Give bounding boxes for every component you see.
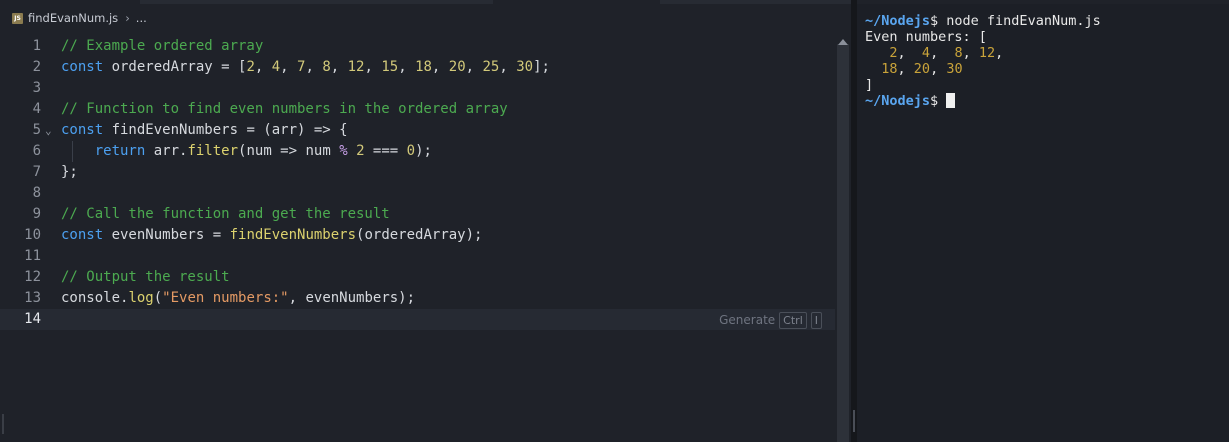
code-text[interactable]: const orderedArray = [2, 4, 7, 8, 12, 15…	[61, 57, 550, 78]
code-line[interactable]: 4 // Function to find even numbers in the…	[0, 99, 835, 120]
fold-chevron-icon[interactable]: ⌄	[45, 120, 52, 141]
code-line[interactable]: 1 // Example ordered array	[0, 36, 835, 57]
editor-scrollbar[interactable]	[837, 39, 849, 442]
line-number: 14	[24, 311, 41, 327]
splitter-grip[interactable]	[853, 410, 855, 432]
terminal-line: ~/Nodejs$	[865, 93, 956, 109]
terminal-line: Even numbers: [	[865, 29, 987, 45]
code-line[interactable]: 3	[0, 78, 835, 99]
line-number: 3	[32, 80, 41, 96]
shortcut-key: Ctrl	[779, 312, 807, 329]
line-number: 11	[24, 248, 41, 264]
code-line[interactable]: 5 ⌄ const findEvenNumbers = (arr) => {	[0, 120, 835, 141]
line-number: 10	[24, 227, 41, 243]
line-number: 9	[32, 206, 41, 222]
code-text[interactable]: };	[61, 162, 78, 183]
shortcut-key: I	[810, 312, 822, 329]
line-number: 2	[32, 59, 41, 75]
line-number: 5	[32, 122, 41, 138]
code-text[interactable]: const evenNumbers = findEvenNumbers(orde…	[61, 225, 482, 246]
breadcrumb-file[interactable]: findEvanNum.js	[28, 11, 118, 25]
terminal-line: ]	[865, 77, 874, 93]
line-number: 6	[32, 143, 41, 159]
js-file-icon: JS	[12, 12, 23, 24]
code-line[interactable]: 12 // Output the result	[0, 267, 835, 288]
code-text[interactable]: // Function to find even numbers in the …	[61, 99, 508, 120]
line-number: 7	[32, 164, 41, 180]
line-number: 1	[32, 38, 41, 54]
line-number: 12	[24, 269, 41, 285]
terminal-line: ~/Nodejs$ node findEvanNum.js	[865, 13, 1101, 29]
line-number: 4	[32, 101, 41, 117]
code-line[interactable]: 9 // Call the function and get the result	[0, 204, 835, 225]
code-line[interactable]: 13 console.log("Even numbers:", evenNumbe…	[0, 288, 835, 309]
code-editor[interactable]: JS findEvanNum.js › ... 1 // Example orde…	[0, 4, 851, 442]
terminal-panel[interactable]: ~/Nodejs$ node findEvanNum.js Even number…	[857, 4, 1229, 442]
code-text[interactable]: // Output the result	[61, 267, 230, 288]
generate-label[interactable]: Generate	[719, 310, 775, 331]
generate-hint[interactable]: Generate Ctrl I	[719, 310, 822, 331]
scroll-up-arrow-icon[interactable]	[838, 39, 848, 45]
code-line[interactable]: 11	[0, 246, 835, 267]
code-line[interactable]: 7};	[0, 162, 835, 183]
terminal-line: 2, 4, 8, 12,	[889, 45, 1004, 61]
code-text[interactable]: console.log("Even numbers:", evenNumbers…	[61, 288, 415, 309]
code-line[interactable]: 8	[0, 183, 835, 204]
line-number: 13	[24, 290, 41, 306]
code-text[interactable]: return arr.filter(num => num % 2 === 0);	[61, 141, 432, 162]
terminal-line: 18, 20, 30	[881, 61, 963, 77]
breadcrumb: JS findEvanNum.js › ...	[0, 4, 851, 32]
code-line[interactable]: 6 return arr.filter(num => num % 2 === 0…	[0, 141, 835, 162]
code-line[interactable]: 10 const evenNumbers = findEvenNumbers(or…	[0, 225, 835, 246]
gutter-marker	[2, 414, 4, 434]
code-text[interactable]: // Example ordered array	[61, 36, 263, 57]
code-text[interactable]: // Call the function and get the result	[61, 204, 390, 225]
terminal-cursor	[946, 93, 956, 108]
breadcrumb-symbols[interactable]: ...	[136, 11, 147, 25]
chevron-right-icon: ›	[125, 11, 130, 25]
code-line[interactable]: 14 Generate Ctrl I	[0, 309, 835, 330]
code-text[interactable]: const findEvenNumbers = (arr) => {	[61, 120, 348, 141]
code-line[interactable]: 2 const orderedArray = [2, 4, 7, 8, 12, 1…	[0, 57, 835, 78]
line-number: 8	[32, 185, 41, 201]
